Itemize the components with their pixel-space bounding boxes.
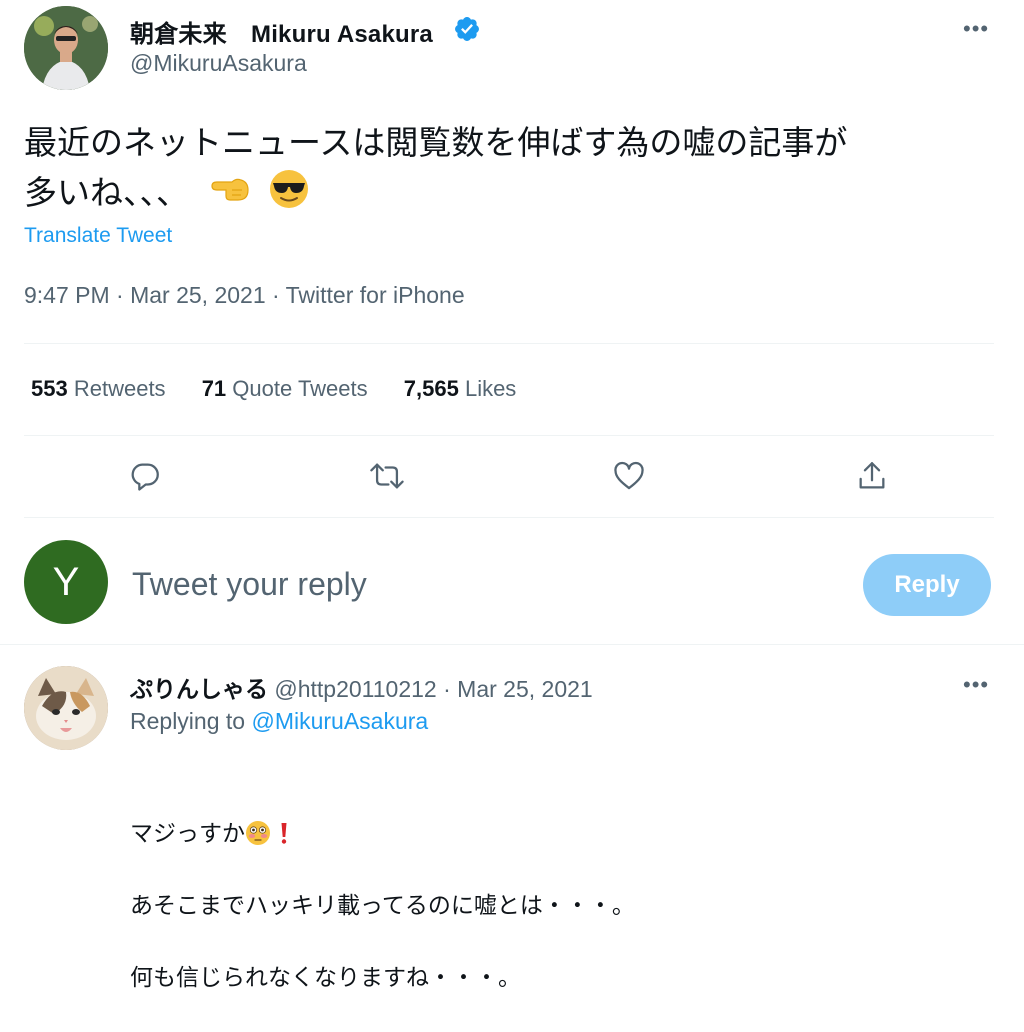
reply-line1: マジっすか — [130, 821, 245, 847]
likes-count: 7,565 — [403, 376, 459, 401]
reply-input[interactable] — [132, 566, 732, 603]
author-name[interactable]: 朝倉未来 Mikuru Asakura — [130, 14, 433, 49]
more-options-icon[interactable]: ••• — [963, 16, 989, 42]
reply-line2: あそこまでハッキリ載ってるのに嘘とは・・・。 — [130, 893, 635, 919]
retweets-count: 553 — [31, 376, 68, 401]
author-handle[interactable]: @MikuruAsakura — [130, 50, 307, 77]
like-icon[interactable] — [609, 456, 649, 496]
replying-to-mention[interactable]: @MikuruAsakura — [251, 708, 428, 734]
tweet-text-line2-wrap: 多いね、、、 — [24, 168, 994, 218]
share-icon[interactable] — [852, 456, 892, 496]
tweet-text-line2: 多いね、、、 — [24, 173, 189, 212]
flushed-face-emoji — [246, 821, 270, 845]
tweet-text-line1: 最近のネットニュースは閲覧数を伸ばす為の嘘の記事が — [24, 123, 848, 162]
author-avatar[interactable] — [24, 6, 108, 90]
reply-more-options-icon[interactable]: ••• — [963, 672, 989, 698]
user-avatar[interactable]: Y — [24, 540, 108, 624]
reply-text: マジっすか あそこまでハッキリ載ってるのに嘘とは・・・。 何も信じられなくなりま… — [130, 744, 635, 1032]
cat-photo — [24, 666, 108, 750]
quotes-stat[interactable]: 71 Quote Tweets — [202, 376, 368, 401]
likes-label: Likes — [464, 376, 517, 401]
verified-badge-icon — [453, 15, 481, 43]
replying-to-label: Replying to — [130, 708, 246, 734]
reply-author-name[interactable]: ぷりんしゃる — [130, 677, 268, 703]
quotes-label: Quote Tweets — [232, 376, 368, 401]
translate-tweet-link[interactable]: Translate Tweet — [24, 224, 172, 248]
reply-line1-wrap: マジっすか — [130, 780, 635, 852]
retweets-label: Retweets — [73, 376, 166, 401]
retweets-stat[interactable]: 553 Retweets — [31, 376, 166, 401]
likes-stat[interactable]: 7,565 Likes — [404, 376, 517, 401]
divider — [24, 343, 994, 344]
tweet-text: 最近のネットニュースは閲覧数を伸ばす為の嘘の記事が 多いね、、、 — [24, 118, 994, 218]
pointing-left-hand-emoji — [210, 178, 249, 201]
reply-author-avatar[interactable] — [24, 666, 108, 750]
tweet-timestamp[interactable]: 9:47 PM · Mar 25, 2021 · Twitter for iPh… — [24, 282, 465, 309]
divider — [24, 517, 994, 518]
reply-icon[interactable] — [125, 456, 165, 496]
divider — [24, 435, 994, 436]
author-photo — [24, 6, 108, 90]
reply-line3: 何も信じられなくなりますね・・・。 — [130, 965, 521, 991]
replying-to: Replying to @MikuruAsakura — [130, 708, 428, 735]
retweet-icon[interactable] — [367, 456, 407, 496]
tweet-stats: 553 Retweets 71 Quote Tweets 7,565 Likes — [31, 376, 546, 402]
sunglasses-face-emoji — [270, 170, 308, 208]
reply-header: ぷりんしゃる @http20110212 · Mar 25, 2021 — [130, 670, 593, 704]
reply-button[interactable]: Reply — [863, 554, 991, 616]
reply-meta[interactable]: @http20110212 · Mar 25, 2021 — [274, 676, 592, 702]
quotes-count: 71 — [201, 376, 227, 401]
exclamation-mark-emoji — [281, 823, 287, 844]
divider — [0, 644, 1024, 645]
